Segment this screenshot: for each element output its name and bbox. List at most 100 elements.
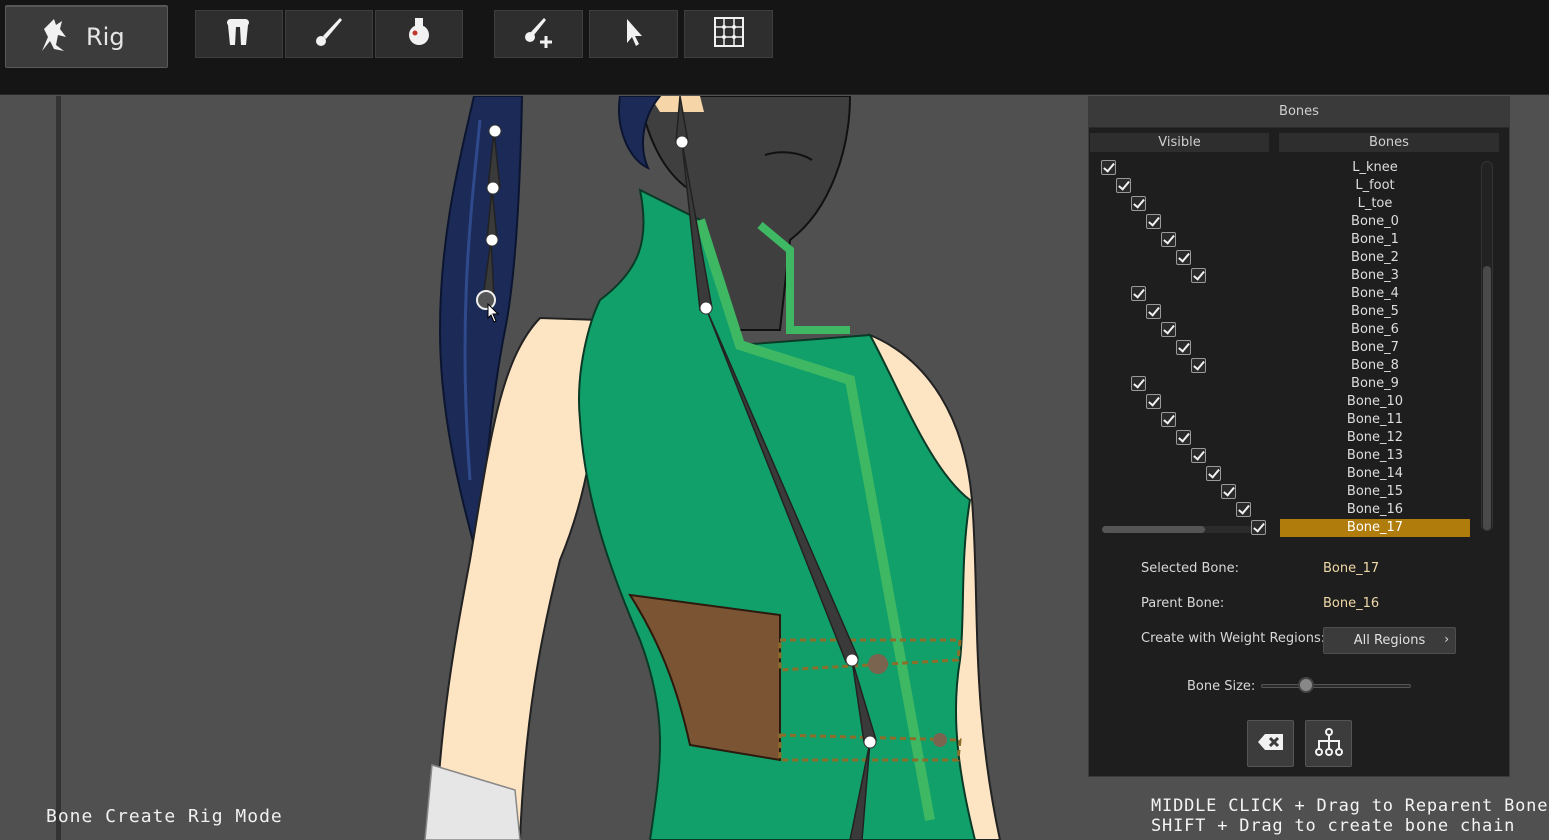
bones-column-header[interactable]: Bones xyxy=(1279,133,1499,152)
bone-row[interactable]: Bone_16 xyxy=(1090,501,1500,519)
shortcut-hints: MIDDLE CLICK + Drag to Reparent Bone SHI… xyxy=(1151,796,1548,836)
bone-name: Bone_6 xyxy=(1351,322,1399,337)
bone-row[interactable]: L_knee xyxy=(1090,159,1500,177)
brush-icon xyxy=(312,15,346,53)
weight-regions-dropdown[interactable]: All Regions › xyxy=(1323,627,1456,654)
bone-name: Bone_2 xyxy=(1351,250,1399,265)
mesh-tool-button[interactable] xyxy=(684,10,773,58)
grid-mesh-icon xyxy=(712,15,746,53)
bone-name: Bone_15 xyxy=(1346,484,1404,499)
add-bone-icon xyxy=(522,15,556,53)
selected-bone-value: Bone_17 xyxy=(1323,561,1380,576)
visible-checkbox[interactable] xyxy=(1191,358,1206,373)
hint-reparent: MIDDLE CLICK + Drag to Reparent Bone xyxy=(1151,796,1549,816)
bone-row[interactable]: Bone_6 xyxy=(1090,321,1500,339)
visible-checkbox[interactable] xyxy=(1176,250,1191,265)
bone-size-slider-knob[interactable] xyxy=(1298,677,1314,693)
add-bone-tool-button[interactable] xyxy=(494,10,583,58)
bone-row[interactable]: Bone_3 xyxy=(1090,267,1500,285)
bones-panel: Bones Visible Bones L_knee L_foot L_toe Bon… xyxy=(1088,96,1510,777)
selected-bone-label: Selected Bone: xyxy=(1141,561,1239,576)
hierarchy-icon xyxy=(1313,726,1345,762)
top-toolbar: Rig xyxy=(0,0,1549,95)
brush-tool-button[interactable] xyxy=(285,10,373,58)
bone-row[interactable]: Bone_0 xyxy=(1090,213,1500,231)
panel-title: Bones xyxy=(1089,97,1509,128)
bone-row[interactable]: Bone_14 xyxy=(1090,465,1500,483)
bone-row[interactable]: L_foot xyxy=(1090,177,1500,195)
visible-checkbox[interactable] xyxy=(1101,160,1116,175)
bone-name: Bone_14 xyxy=(1346,466,1404,481)
visible-checkbox[interactable] xyxy=(1146,214,1161,229)
bone-row[interactable]: Bone_8 xyxy=(1090,357,1500,375)
bone-name: Bone_0 xyxy=(1351,214,1399,229)
hint-bone-chain: SHIFT + Drag to create bone chain xyxy=(1151,816,1516,836)
parent-bone-label: Parent Bone: xyxy=(1141,596,1225,611)
visible-checkbox[interactable] xyxy=(1236,502,1251,517)
select-tool-button[interactable] xyxy=(589,10,678,58)
delete-bone-icon xyxy=(1255,726,1287,762)
visible-checkbox[interactable] xyxy=(1176,430,1191,445)
bone-row[interactable]: L_toe xyxy=(1090,195,1500,213)
bone-row[interactable]: Bone_10 xyxy=(1090,393,1500,411)
weight-regions-label: Create with Weight Regions: xyxy=(1141,631,1326,646)
bone-row[interactable]: Bone_13 xyxy=(1090,447,1500,465)
bone-row[interactable]: Bone_7 xyxy=(1090,339,1500,357)
bone-name: Bone_13 xyxy=(1346,448,1404,463)
visible-checkbox[interactable] xyxy=(1161,232,1176,247)
bone-name: Bone_1 xyxy=(1351,232,1399,247)
chevron-right-icon: › xyxy=(1444,632,1449,646)
bone-name: L_toe xyxy=(1357,196,1393,211)
bone-name: Bone_12 xyxy=(1346,430,1404,445)
bone-size-slider-track[interactable] xyxy=(1261,684,1411,688)
bone-name: Bone_3 xyxy=(1351,268,1399,283)
rig-mode-button[interactable]: Rig xyxy=(5,5,168,68)
hierarchy-button[interactable] xyxy=(1305,720,1352,767)
visible-checkbox[interactable] xyxy=(1161,322,1176,337)
visible-checkbox[interactable] xyxy=(1251,520,1266,535)
bone-name: L_knee xyxy=(1352,160,1398,175)
bone-row[interactable]: Bone_2 xyxy=(1090,249,1500,267)
bone-row[interactable]: Bone_9 xyxy=(1090,375,1500,393)
visible-checkbox[interactable] xyxy=(1146,304,1161,319)
bone-name: Bone_17 xyxy=(1280,519,1470,537)
select-arrow-icon xyxy=(617,15,651,53)
visible-checkbox[interactable] xyxy=(1191,268,1206,283)
bone-name: Bone_5 xyxy=(1351,304,1399,319)
bone-name: Bone_7 xyxy=(1351,340,1399,355)
visible-checkbox[interactable] xyxy=(1221,484,1236,499)
visible-column-header[interactable]: Visible xyxy=(1090,133,1269,152)
visible-checkbox[interactable] xyxy=(1131,286,1146,301)
visible-checkbox[interactable] xyxy=(1176,340,1191,355)
visible-checkbox[interactable] xyxy=(1131,196,1146,211)
weight-bulb-icon xyxy=(402,15,436,53)
bone-name: Bone_8 xyxy=(1351,358,1399,373)
bone-row[interactable]: Bone_4 xyxy=(1090,285,1500,303)
bone-tool-button[interactable] xyxy=(195,10,283,58)
bone-name: Bone_4 xyxy=(1351,286,1399,301)
visible-checkbox[interactable] xyxy=(1161,412,1176,427)
bone-row[interactable]: Bone_15 xyxy=(1090,483,1500,501)
delete-bone-button[interactable] xyxy=(1247,720,1294,767)
rig-mode-label: Rig xyxy=(86,22,125,51)
bone-row[interactable]: Bone_17 xyxy=(1090,519,1500,537)
bone-name: Bone_10 xyxy=(1346,394,1404,409)
mouse-cursor-icon xyxy=(487,303,500,323)
column-headers: Visible Bones xyxy=(1089,128,1509,154)
bone-row[interactable]: Bone_5 xyxy=(1090,303,1500,321)
bone-row[interactable]: Bone_1 xyxy=(1090,231,1500,249)
bone-row[interactable]: Bone_12 xyxy=(1090,429,1500,447)
visible-checkbox[interactable] xyxy=(1191,448,1206,463)
visible-checkbox[interactable] xyxy=(1146,394,1161,409)
mode-status-label: Bone Create Rig Mode xyxy=(46,806,283,827)
bone-icon xyxy=(222,15,256,53)
bone-tree-list[interactable]: L_knee L_foot L_toe Bone_0 Bone_1 Bone_2 Bone_… xyxy=(1090,157,1500,545)
weight-tool-button[interactable] xyxy=(375,10,463,58)
bone-row[interactable]: Bone_11 xyxy=(1090,411,1500,429)
parent-bone-value: Bone_16 xyxy=(1323,596,1380,611)
visible-checkbox[interactable] xyxy=(1116,178,1131,193)
bone-name: Bone_9 xyxy=(1351,376,1399,391)
visible-checkbox[interactable] xyxy=(1131,376,1146,391)
visible-checkbox[interactable] xyxy=(1206,466,1221,481)
rig-figure-icon xyxy=(34,15,74,59)
